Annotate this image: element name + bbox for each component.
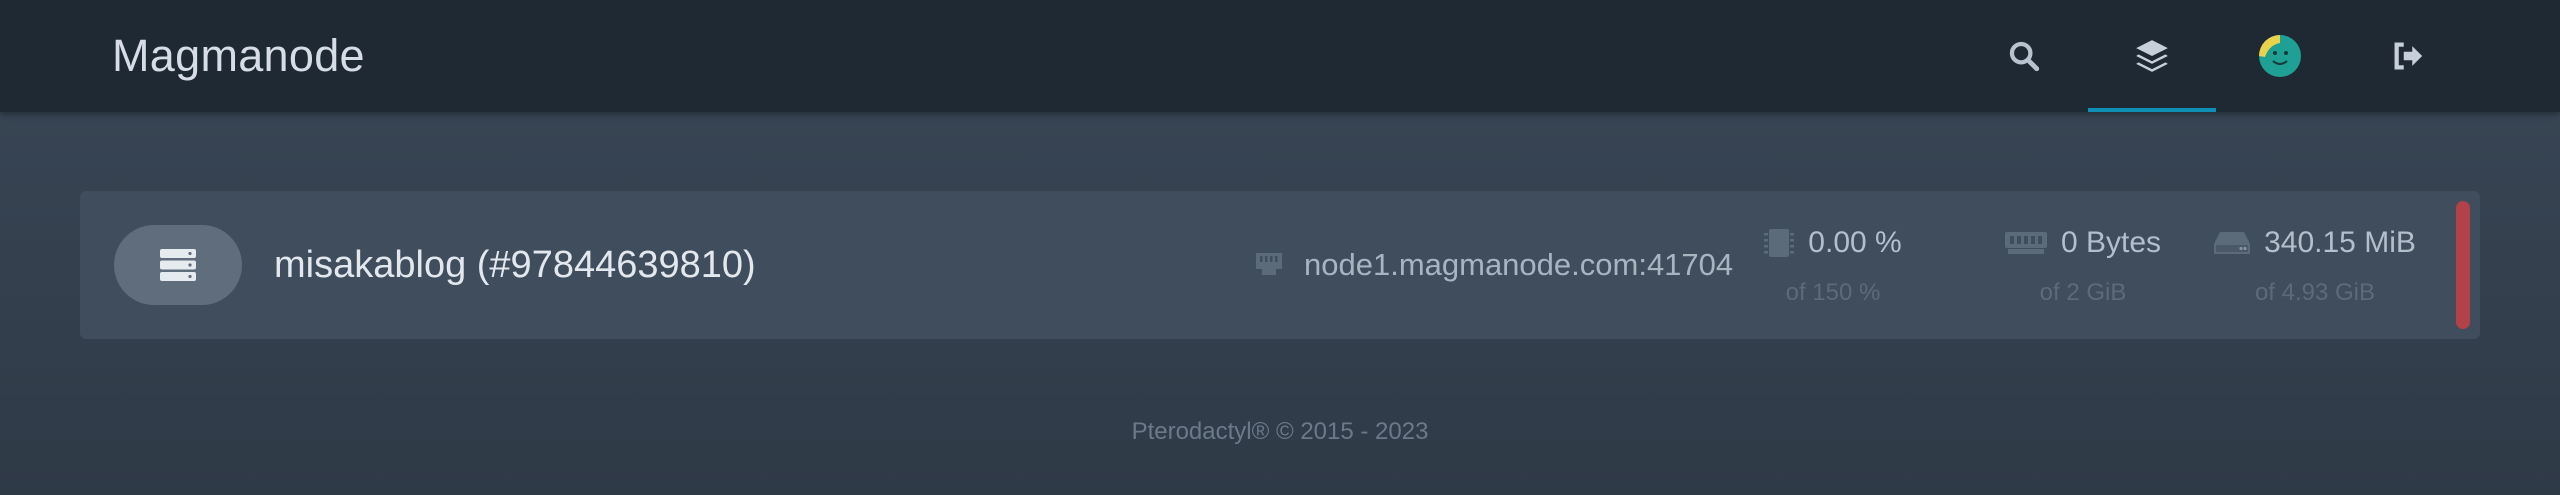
server-status-indicator: [2456, 201, 2470, 329]
memory-limit: of 2 GiB: [2039, 279, 2127, 306]
allocation-address: node1.magmanode.com:41704: [1304, 247, 1734, 282]
cpu-usage-value: 0.00 %: [1808, 226, 1902, 259]
nav-search-button[interactable]: [1960, 0, 2088, 112]
memory-icon: [2004, 232, 2047, 254]
cpu-limit: of 150 %: [1785, 279, 1881, 306]
server-allocation: node1.magmanode.com:41704: [1252, 191, 1733, 339]
disk-stat: 340.15 MiB of 4.93 GiB: [2210, 221, 2420, 307]
avatar-icon: [2259, 35, 2301, 77]
ethernet-icon: [1256, 253, 1282, 275]
top-navigation-bar: Magmanode: [0, 0, 2560, 112]
nav-servers-button[interactable]: [2088, 0, 2216, 112]
brand-title[interactable]: Magmanode: [112, 0, 365, 112]
server-name[interactable]: misakablog (#97844639810): [274, 191, 756, 339]
memory-stat: 0 Bytes of 2 GiB: [1978, 221, 2188, 307]
nav-account-button[interactable]: [2216, 0, 2344, 112]
server-icon: [160, 249, 196, 281]
logout-icon: [2394, 42, 2423, 70]
server-icon-badge: [114, 225, 242, 305]
nav-logout-button[interactable]: [2344, 0, 2472, 112]
disk-limit: of 4.93 GiB: [2254, 279, 2376, 306]
cpu-stat: 0.00 % of 150 %: [1728, 221, 1938, 307]
cpu-icon: [1764, 229, 1795, 257]
layers-icon: [2136, 40, 2168, 72]
server-row[interactable]: misakablog (#97844639810) node1.magmanod…: [80, 191, 2480, 339]
hdd-icon: [2214, 232, 2251, 254]
search-icon: [2009, 41, 2040, 72]
footer-copyright: Pterodactyl® © 2015 - 2023: [1131, 418, 1429, 445]
disk-usage-value: 340.15 MiB: [2264, 226, 2416, 259]
memory-usage-value: 0 Bytes: [2060, 226, 2162, 259]
